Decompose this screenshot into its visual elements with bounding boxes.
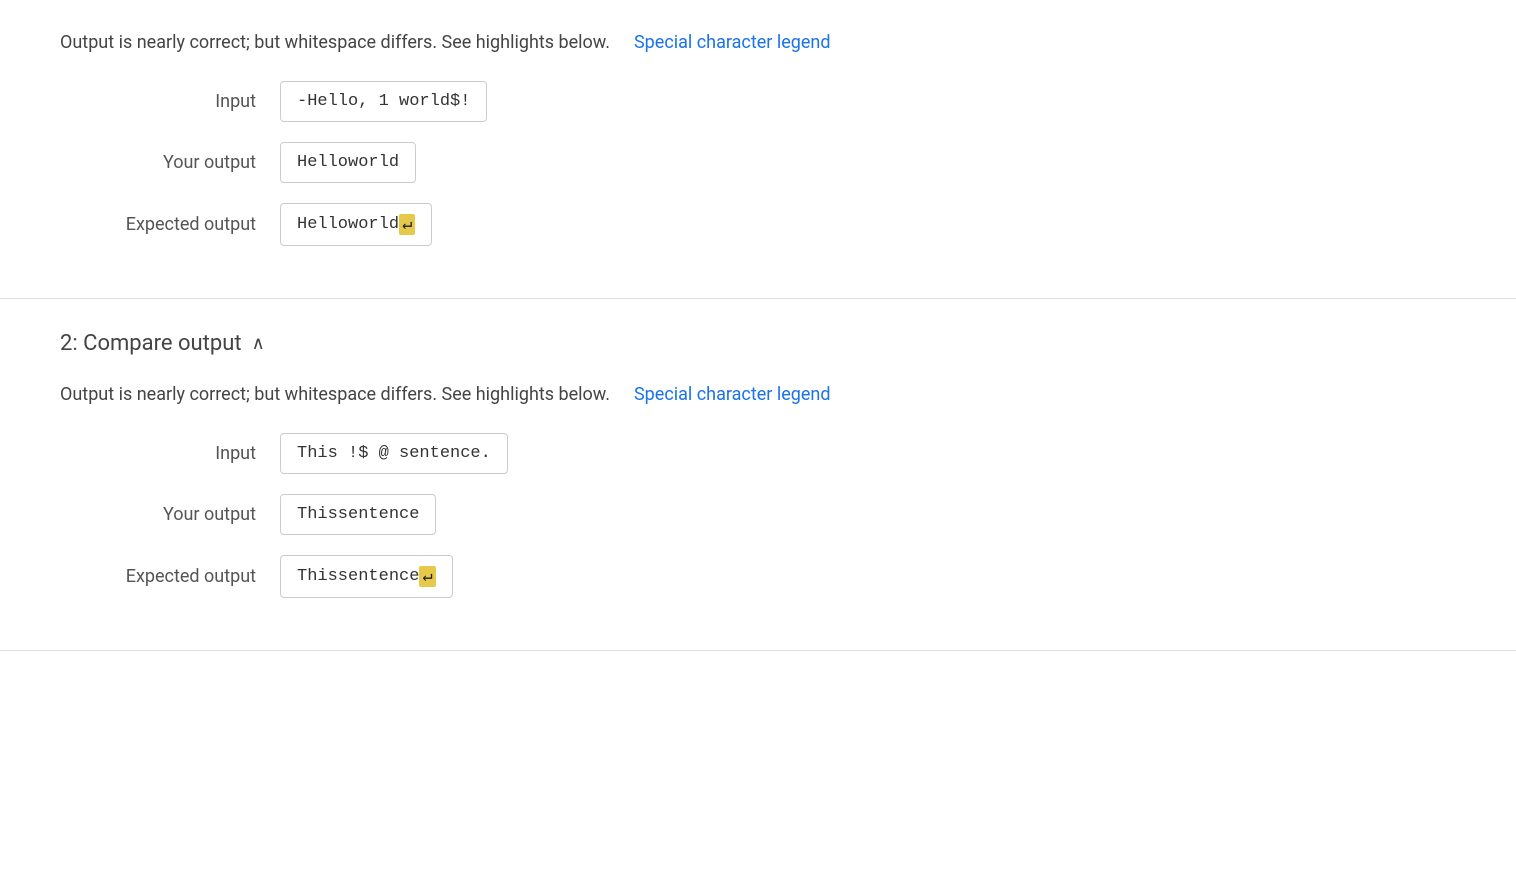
status-text-1: Output is nearly correct; but whitespace… [60,32,610,53]
input-row-1: Input -Hello, 1 world$! [60,81,1456,122]
expected-output-label-2: Expected output [60,566,280,587]
your-output-value-1: Helloworld [297,153,399,172]
expected-output-label-1: Expected output [60,214,280,235]
newline-highlight-2: ↵ [419,566,435,587]
input-value-2: This !$ @ sentence. [297,444,491,463]
chevron-up-icon: ∧ [252,333,265,354]
input-label-2: Input [60,443,280,464]
input-value-1: -Hello, 1 world$! [297,92,470,111]
input-box-2: This !$ @ sentence. [280,433,508,474]
input-row-2: Input This !$ @ sentence. [60,433,1456,474]
expected-output-box-2: Thissentence↵ [280,555,453,598]
your-output-value-2: Thissentence [297,505,419,524]
expected-output-row-1: Expected output Helloworld↵ [60,203,1456,246]
status-row-1: Output is nearly correct; but whitespace… [60,32,1456,53]
newline-highlight-1: ↵ [399,214,415,235]
status-row-2: Output is nearly correct; but whitespace… [60,384,1456,405]
your-output-row-1: Your output Helloworld [60,142,1456,183]
input-label-1: Input [60,91,280,112]
section-2-header-label: 2: Compare output [60,331,242,356]
section-2: 2: Compare output ∧ Output is nearly cor… [0,299,1516,651]
expected-output-value-2: Thissentence [297,567,419,586]
special-char-legend-link-2[interactable]: Special character legend [634,384,831,405]
expected-output-value-1: Helloworld [297,215,399,234]
your-output-box-2: Thissentence [280,494,436,535]
your-output-label-1: Your output [60,152,280,173]
section-1: Output is nearly correct; but whitespace… [0,0,1516,299]
expected-output-row-2: Expected output Thissentence↵ [60,555,1456,598]
your-output-row-2: Your output Thissentence [60,494,1456,535]
section-2-header[interactable]: 2: Compare output ∧ [60,331,1456,356]
input-box-1: -Hello, 1 world$! [280,81,487,122]
your-output-label-2: Your output [60,504,280,525]
your-output-box-1: Helloworld [280,142,416,183]
expected-output-box-1: Helloworld↵ [280,203,432,246]
status-text-2: Output is nearly correct; but whitespace… [60,384,610,405]
special-char-legend-link-1[interactable]: Special character legend [634,32,831,53]
